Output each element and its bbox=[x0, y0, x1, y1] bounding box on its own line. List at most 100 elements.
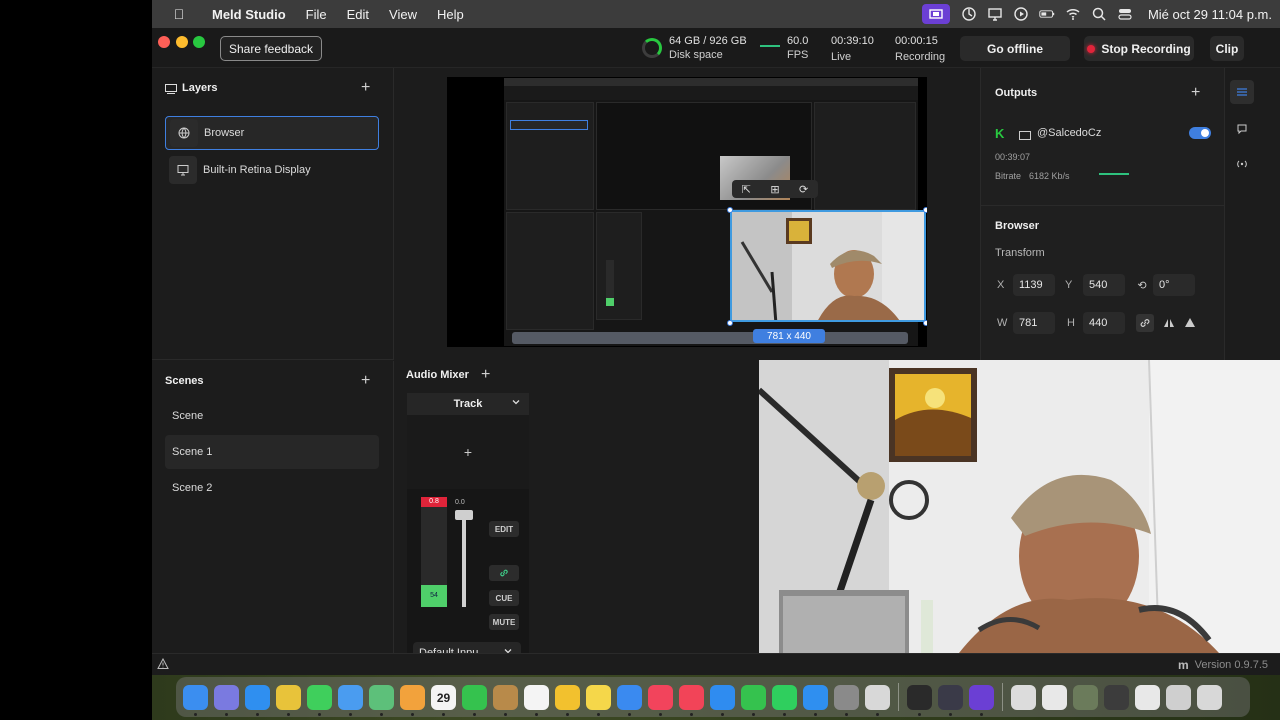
crop-icon[interactable]: ⊞ bbox=[770, 183, 779, 196]
flip-vertical-icon[interactable] bbox=[1181, 314, 1199, 332]
mail-icon[interactable] bbox=[338, 684, 363, 716]
scene-item-scene[interactable]: Scene bbox=[165, 399, 379, 433]
resize-handle-bl[interactable] bbox=[727, 320, 733, 326]
news-icon[interactable] bbox=[679, 684, 704, 716]
rotation-input[interactable]: 0° bbox=[1153, 274, 1195, 296]
apple-menu-icon[interactable]:  bbox=[168, 6, 190, 22]
layer-item-retina-display[interactable]: Built-in Retina Display bbox=[165, 153, 379, 187]
close-window-button[interactable] bbox=[158, 36, 170, 48]
whatsapp-icon[interactable] bbox=[772, 684, 797, 716]
peak-indicator: 0.8 bbox=[421, 497, 447, 507]
chat-tab-icon[interactable] bbox=[1230, 117, 1254, 141]
add-audio-source-button[interactable]: + bbox=[407, 415, 529, 489]
menu-app-name[interactable]: Meld Studio bbox=[212, 7, 286, 22]
search-icon[interactable] bbox=[1086, 0, 1112, 28]
mute-button[interactable]: MUTE bbox=[489, 614, 519, 630]
width-input[interactable]: 781 bbox=[1013, 312, 1055, 334]
maps-icon[interactable] bbox=[369, 684, 394, 716]
menu-clock[interactable]: Mié oct 29 11:04 p.m. bbox=[1148, 7, 1272, 22]
edit-button[interactable]: EDIT bbox=[489, 521, 519, 537]
window-thumb-5-icon[interactable] bbox=[1166, 684, 1191, 710]
running-indicator bbox=[504, 712, 507, 716]
keynote-blue-icon[interactable] bbox=[710, 684, 735, 716]
add-audio-track-button[interactable]: + bbox=[481, 367, 490, 383]
nested-layer-selection bbox=[510, 120, 588, 130]
track-dropdown[interactable]: Track bbox=[407, 393, 529, 415]
rotate-icon[interactable]: ⟳ bbox=[799, 183, 808, 196]
layer-item-browser[interactable]: Browser bbox=[165, 116, 379, 150]
preview-icon[interactable] bbox=[1011, 684, 1036, 710]
meld-studio-icon[interactable] bbox=[969, 684, 994, 716]
window-thumb-3-icon[interactable] bbox=[1104, 684, 1129, 710]
obs-icon[interactable] bbox=[907, 684, 932, 716]
scenes-panel: Scenes + Scene Scene 1 Scene 2 bbox=[152, 361, 394, 653]
preview-canvas[interactable]: ⇱ ⊞ ⟳ 781 x 440 bbox=[447, 77, 927, 347]
notes-icon[interactable] bbox=[586, 684, 611, 716]
play-circle-icon[interactable] bbox=[1008, 0, 1034, 28]
launchpad-icon[interactable] bbox=[214, 684, 239, 716]
lock-aspect-link-icon[interactable] bbox=[1136, 314, 1154, 332]
stop-recording-button[interactable]: Stop Recording bbox=[1084, 36, 1194, 61]
menu-edit[interactable]: Edit bbox=[347, 7, 369, 22]
control-center-icon[interactable] bbox=[1112, 0, 1138, 28]
wifi-icon[interactable] bbox=[1060, 0, 1086, 28]
add-output-button[interactable]: + bbox=[1191, 85, 1200, 101]
display-icon[interactable] bbox=[982, 0, 1008, 28]
minimize-window-button[interactable] bbox=[176, 36, 188, 48]
clip-button[interactable]: Clip bbox=[1210, 36, 1244, 61]
resize-handle-tr[interactable] bbox=[923, 207, 927, 213]
zoom-window-button[interactable] bbox=[193, 36, 205, 48]
share-feedback-button[interactable]: Share feedback bbox=[220, 36, 322, 61]
select-tool-icon[interactable]: ⇱ bbox=[742, 183, 751, 196]
reminders-icon[interactable] bbox=[524, 684, 549, 716]
selected-camera-source[interactable] bbox=[730, 210, 926, 322]
volume-fader-track[interactable] bbox=[462, 511, 466, 607]
numbers-icon[interactable] bbox=[741, 684, 766, 716]
window-thumb-2-icon[interactable] bbox=[1073, 684, 1098, 710]
menu-file[interactable]: File bbox=[306, 7, 327, 22]
keynote-icon[interactable] bbox=[617, 684, 642, 716]
settings-icon[interactable] bbox=[834, 684, 859, 716]
go-offline-button[interactable]: Go offline bbox=[960, 36, 1070, 61]
screen-share-status-icon[interactable] bbox=[921, 4, 950, 24]
add-scene-button[interactable]: + bbox=[361, 373, 370, 389]
utility-icon[interactable] bbox=[865, 684, 890, 716]
battery-icon[interactable] bbox=[1034, 0, 1060, 28]
messages-icon[interactable] bbox=[307, 684, 332, 716]
scene-item-scene-2[interactable]: Scene 2 bbox=[165, 471, 379, 505]
menu-view[interactable]: View bbox=[389, 7, 417, 22]
menu-help[interactable]: Help bbox=[437, 7, 464, 22]
freeform-icon[interactable] bbox=[555, 684, 580, 716]
photos-icon[interactable] bbox=[400, 684, 425, 716]
calendar-icon[interactable]: 29 bbox=[431, 684, 456, 716]
meld-icon[interactable] bbox=[938, 684, 963, 716]
properties-tab-icon[interactable] bbox=[1230, 80, 1254, 104]
facetime-icon[interactable] bbox=[462, 684, 487, 716]
x-input[interactable]: 1139 bbox=[1013, 274, 1055, 296]
y-input[interactable]: 540 bbox=[1083, 274, 1125, 296]
scene-item-scene-1[interactable]: Scene 1 bbox=[165, 435, 379, 469]
volume-fader-knob[interactable] bbox=[455, 510, 473, 520]
activity-icon[interactable] bbox=[956, 0, 982, 28]
music-icon[interactable] bbox=[648, 684, 673, 716]
desktop-background-left bbox=[0, 0, 152, 720]
window-thumb-1-icon[interactable] bbox=[1042, 684, 1067, 710]
resize-handle-br[interactable] bbox=[923, 320, 927, 326]
contacts-icon[interactable] bbox=[493, 684, 518, 716]
height-input[interactable]: 440 bbox=[1083, 312, 1125, 334]
desktop-wallpaper: 29 bbox=[152, 675, 1280, 720]
warning-icon[interactable] bbox=[157, 657, 171, 672]
output-enabled-toggle[interactable] bbox=[1189, 127, 1211, 139]
trash-icon[interactable] bbox=[1197, 684, 1222, 710]
add-layer-button[interactable]: + bbox=[361, 80, 370, 96]
cue-button[interactable]: CUE bbox=[489, 590, 519, 606]
chrome-icon[interactable] bbox=[276, 684, 301, 716]
link-button[interactable] bbox=[489, 565, 519, 581]
safari-icon[interactable] bbox=[245, 684, 270, 716]
window-thumb-4-icon[interactable] bbox=[1135, 684, 1160, 710]
finder-icon[interactable] bbox=[183, 684, 208, 716]
flip-horizontal-icon[interactable] bbox=[1160, 314, 1178, 332]
appstore-icon[interactable] bbox=[803, 684, 828, 716]
resize-handle-tl[interactable] bbox=[727, 207, 733, 213]
broadcast-tab-icon[interactable] bbox=[1230, 152, 1254, 176]
